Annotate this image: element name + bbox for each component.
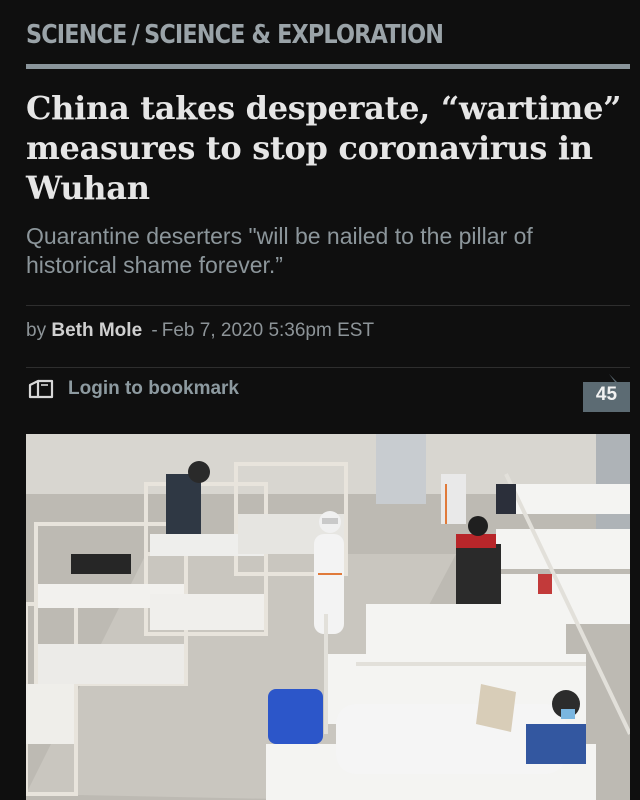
- divider: [26, 305, 630, 306]
- breadcrumb-separator: /: [131, 20, 140, 50]
- author-link[interactable]: Beth Mole: [51, 320, 142, 341]
- divider: [26, 367, 630, 368]
- breadcrumb-section-link[interactable]: SCIENCE: [26, 20, 127, 50]
- bookmark-button[interactable]: Login to bookmark: [26, 372, 239, 406]
- section-rule: [26, 64, 630, 69]
- bookmark-icon: [28, 379, 54, 399]
- comment-count: 45: [595, 384, 618, 405]
- comments-button[interactable]: 45: [583, 372, 630, 412]
- publish-timestamp: Feb 7, 2020 5:36pm EST: [161, 320, 375, 341]
- byline-separator: -: [151, 320, 158, 341]
- lead-photo: [26, 434, 630, 800]
- bookmark-label: Login to bookmark: [68, 378, 239, 399]
- article-headline: China takes desperate, “wartime” measure…: [26, 89, 622, 207]
- breadcrumb: SCIENCE / SCIENCE & EXPLORATION: [26, 20, 444, 50]
- hospital-ward-image: [26, 434, 630, 800]
- byline: by Beth Mole - Feb 7, 2020 5:36pm EST: [26, 320, 374, 342]
- article-dek: Quarantine deserters "will be nailed to …: [26, 223, 533, 278]
- breadcrumb-subsection-link[interactable]: SCIENCE & EXPLORATION: [144, 20, 444, 50]
- byline-prefix: by: [26, 320, 47, 341]
